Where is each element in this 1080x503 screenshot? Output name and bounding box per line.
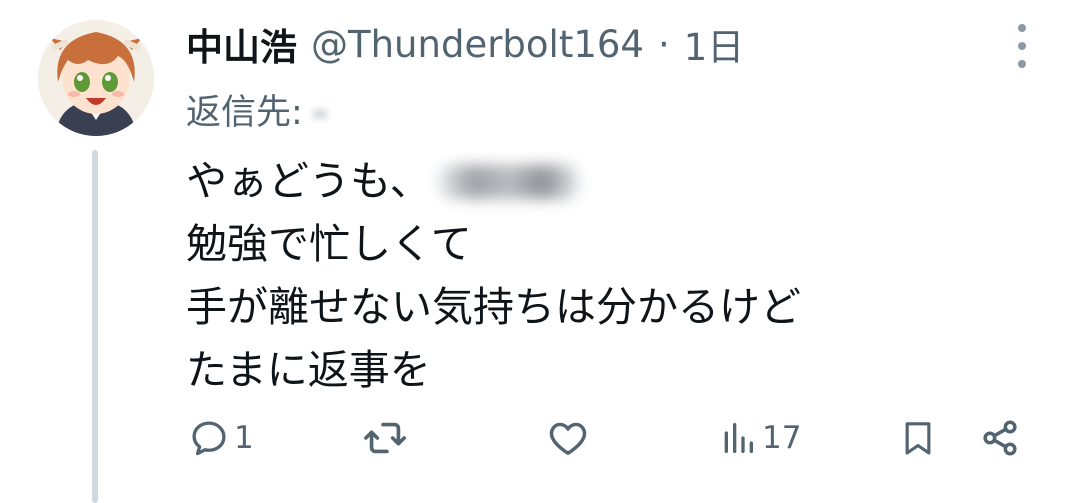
action-bar: 1 17 — [0, 410, 1080, 466]
more-vertical-icon[interactable] — [1010, 24, 1034, 68]
timestamp[interactable]: 1日 — [684, 17, 745, 71]
views-button[interactable]: 17 — [718, 410, 801, 466]
bookmark-button[interactable] — [898, 410, 938, 466]
tweet-line: 勉強で忙しくて — [186, 220, 472, 268]
reply-to-label: 返信先: — [186, 93, 303, 133]
reply-to: 返信先: — [186, 84, 327, 135]
user-handle[interactable]: @Thunderbolt164 — [311, 23, 644, 66]
tweet-line: 手が離せない気持ちは分かるけど — [186, 283, 801, 331]
views-count: 17 — [762, 420, 802, 456]
redacted-mention — [312, 109, 327, 119]
tweet-line: たまに返事を — [186, 346, 431, 394]
share-icon — [983, 420, 1017, 456]
tweet-header: 中山浩 @Thunderbolt164 · 1日 — [186, 16, 744, 72]
separator-dot: · — [657, 22, 670, 66]
reply-icon — [192, 421, 226, 456]
reply-button[interactable]: 1 — [188, 410, 254, 466]
heart-icon — [549, 422, 587, 455]
like-button[interactable] — [546, 410, 590, 466]
views-icon — [724, 423, 753, 453]
display-name[interactable]: 中山浩 — [186, 17, 297, 71]
redacted-name — [438, 165, 579, 199]
repost-icon — [364, 422, 406, 454]
repost-button[interactable] — [362, 410, 408, 466]
avatar-image — [38, 20, 154, 136]
tweet-text: やぁどうも、 勉強で忙しくて 手が離せない気持ちは分かるけど たまに返事を — [186, 150, 1026, 402]
tweet-line: やぁどうも、 — [186, 150, 1026, 213]
bookmark-icon — [905, 422, 931, 455]
avatar[interactable] — [38, 20, 154, 136]
share-button[interactable] — [978, 410, 1022, 466]
reply-count: 1 — [234, 420, 254, 456]
